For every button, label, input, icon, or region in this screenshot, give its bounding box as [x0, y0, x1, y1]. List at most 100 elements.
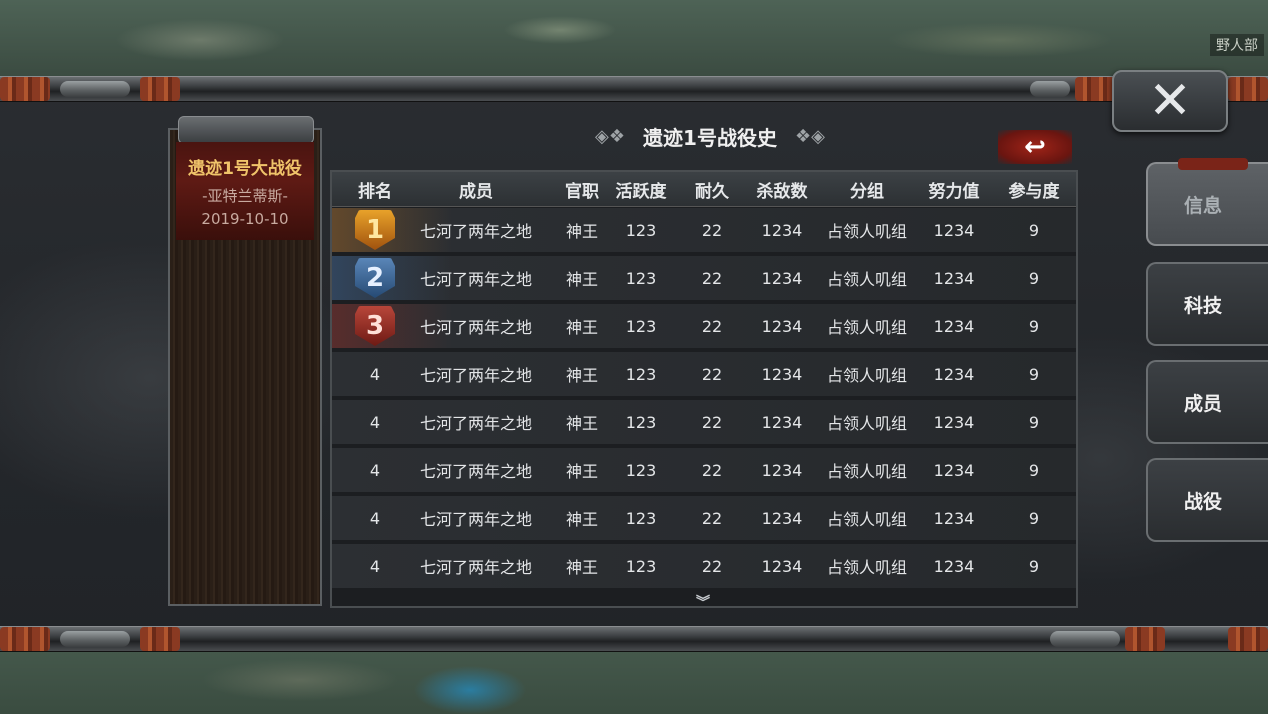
member-name: 七河了两年之地	[419, 462, 532, 481]
member-title: 神王	[565, 558, 598, 577]
member-title: 神王	[565, 510, 598, 529]
scroll-down-icon[interactable]: ︾	[696, 592, 710, 612]
durability-value: 22	[701, 556, 723, 576]
effort-value: 1234	[933, 364, 975, 384]
table-header: 排名 成员 官职 活跃度 耐久 杀敌数 分组 努力值 参与度	[332, 172, 1076, 207]
tab-label: 信息	[1184, 194, 1223, 217]
header-activity: 活跃度	[615, 181, 667, 202]
activity-value: 123	[625, 508, 657, 528]
member-name: 七河了两年之地	[419, 558, 532, 577]
header-kills: 杀敌数	[756, 181, 808, 202]
durability-value: 22	[701, 508, 723, 528]
close-button[interactable]: ✕	[1112, 70, 1228, 132]
participation-value: 9	[1028, 412, 1040, 432]
table-row[interactable]: 4 七河了两年之地 神王 123 22 1234 占领人叽组 1234 9	[332, 496, 1076, 540]
group-name: 占领人叽组	[826, 462, 907, 481]
rank-cell: 1	[332, 208, 418, 252]
member-name: 七河了两年之地	[419, 318, 532, 337]
effort-value: 1234	[933, 220, 975, 240]
group-name: 占领人叽组	[826, 222, 907, 241]
effort-value: 1234	[933, 316, 975, 336]
tab-label: 战役	[1184, 490, 1223, 513]
kills-value: 1234	[761, 556, 803, 576]
participation-value: 9	[1028, 316, 1040, 336]
rank-cell: 4	[369, 364, 381, 384]
member-name: 七河了两年之地	[419, 414, 532, 433]
rank-cell: 2	[332, 256, 418, 300]
activity-value: 123	[625, 268, 657, 288]
back-arrow-icon: ↩	[1024, 132, 1046, 162]
active-tab-marker	[1178, 158, 1248, 170]
table-row[interactable]: 4 七河了两年之地 神王 123 22 1234 占领人叽组 1234 9	[332, 448, 1076, 492]
rank-medal-icon: 2	[355, 258, 395, 298]
effort-value: 1234	[933, 460, 975, 480]
kills-value: 1234	[761, 364, 803, 384]
kills-value: 1234	[761, 412, 803, 432]
header-rank: 排名	[358, 181, 392, 202]
rank-cell: 4	[369, 412, 381, 432]
activity-value: 123	[625, 412, 657, 432]
ranking-table[interactable]: 排名 成员 官职 活跃度 耐久 杀敌数 分组 努力值 参与度 1 七河了两年之地神…	[330, 170, 1078, 611]
member-title: 神王	[565, 366, 598, 385]
header-durability: 耐久	[695, 181, 729, 202]
participation-value: 9	[1028, 220, 1040, 240]
battle-banner: 遗迹1号大战役 -亚特兰蒂斯- 2019-10-10	[176, 142, 314, 240]
header-group: 分组	[850, 181, 884, 202]
rank-medal-icon: 1	[355, 210, 395, 250]
table-row[interactable]: 4 七河了两年之地 神王 123 22 1234 占领人叽组 1234 9	[332, 400, 1076, 444]
kills-value: 1234	[761, 508, 803, 528]
member-name: 七河了两年之地	[419, 270, 532, 289]
kills-value: 1234	[761, 460, 803, 480]
frame-top-bar	[0, 76, 1268, 102]
group-name: 占领人叽组	[826, 558, 907, 577]
tab-members[interactable]: 成员	[1146, 360, 1268, 444]
table-row[interactable]: 4 七河了两年之地 神王 123 22 1234 占领人叽组 1234 9	[332, 352, 1076, 396]
durability-value: 22	[701, 316, 723, 336]
durability-value: 22	[701, 268, 723, 288]
member-title: 神王	[565, 318, 598, 337]
rank-cell: 4	[369, 460, 381, 480]
member-title: 神王	[565, 270, 598, 289]
participation-value: 9	[1028, 268, 1040, 288]
table-row[interactable]: 2 七河了两年之地 神王 123 22 1234 占领人叽组 1234 9	[332, 256, 1076, 300]
back-button[interactable]: ↩	[998, 130, 1072, 164]
table-row[interactable]: 4 七河了两年之地 神王 123 22 1234 占领人叽组 1234 9	[332, 544, 1076, 588]
table-row[interactable]: 3 七河了两年之地 神王 123 22 1234 占领人叽组 1234 9	[332, 304, 1076, 348]
rank-cell: 3	[332, 304, 418, 348]
activity-value: 123	[625, 316, 657, 336]
battle-date: 2019-10-10	[201, 210, 289, 228]
durability-value: 22	[701, 460, 723, 480]
activity-value: 123	[625, 364, 657, 384]
member-name: 七河了两年之地	[419, 510, 532, 529]
rank-cell: 4	[369, 508, 381, 528]
frame-bottom-bar	[0, 626, 1268, 652]
close-icon: ✕	[1148, 71, 1192, 131]
title-ornament-left-icon: ◈❖	[595, 125, 626, 147]
group-name: 占领人叽组	[826, 414, 907, 433]
tab-label: 科技	[1184, 294, 1223, 317]
tab-tech[interactable]: 科技	[1146, 262, 1268, 346]
kills-value: 1234	[761, 316, 803, 336]
kills-value: 1234	[761, 268, 803, 288]
member-name: 七河了两年之地	[419, 222, 532, 241]
battle-faction: -亚特兰蒂斯-	[202, 187, 288, 205]
map-region-label: 野人部	[1210, 34, 1264, 56]
member-title: 神王	[565, 222, 598, 241]
header-title: 官职	[565, 181, 599, 202]
table-row[interactable]: 1 七河了两年之地 神王 123 22 1234 占领人叽组 1234 9	[332, 208, 1076, 252]
durability-value: 22	[701, 364, 723, 384]
effort-value: 1234	[933, 508, 975, 528]
group-name: 占领人叽组	[826, 510, 907, 529]
effort-value: 1234	[933, 412, 975, 432]
tab-info[interactable]: 信息	[1146, 158, 1268, 246]
map-background-top	[0, 0, 1268, 80]
participation-value: 9	[1028, 508, 1040, 528]
group-name: 占领人叽组	[826, 318, 907, 337]
activity-value: 123	[625, 220, 657, 240]
participation-value: 9	[1028, 556, 1040, 576]
effort-value: 1234	[933, 556, 975, 576]
rank-cell: 4	[369, 556, 381, 576]
member-name: 七河了两年之地	[419, 366, 532, 385]
member-title: 神王	[565, 462, 598, 481]
tab-battles[interactable]: 战役	[1146, 458, 1268, 542]
